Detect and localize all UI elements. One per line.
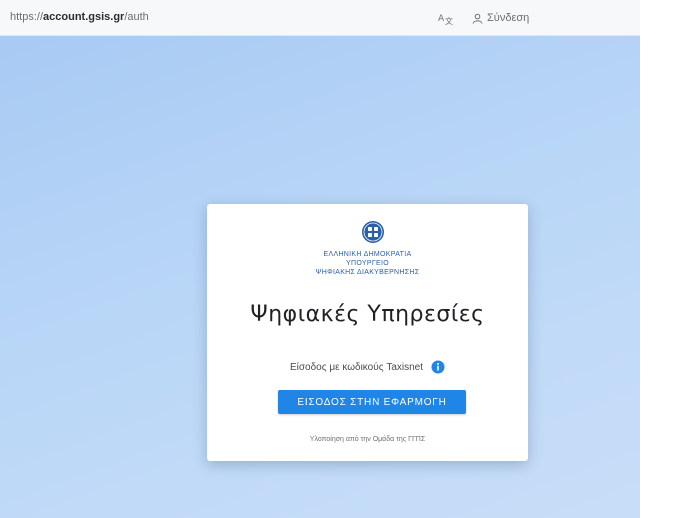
footer-credit: Υλοποίηση από την Ομάδα της ΓΓΠΣ (309, 436, 426, 443)
url-rest: /auth (124, 11, 149, 23)
info-icon[interactable] (431, 360, 445, 374)
right-blank-pane (640, 0, 689, 518)
header-login-link[interactable]: Σύνδεση (472, 10, 529, 26)
ministry-line: ΕΛΛΗΝΙΚΗ ΔΗΜΟΚΡΑΤΙΑ (323, 251, 412, 258)
svg-text:文: 文 (445, 16, 453, 26)
sso-row: Είσοδος με κωδικούς Taxisnet (207, 360, 528, 374)
header-login-label: Σύνδεση (487, 12, 530, 24)
translate-icon[interactable]: A 文 (437, 10, 453, 26)
url-domain: account.gsis.gr (43, 11, 125, 23)
sso-text: Είσοδος με κωδικούς Taxisnet (289, 361, 423, 373)
url-prefix: https:// (10, 11, 44, 23)
ministry-label: ΕΛΛΗΝΙΚΗ ΔΗΜΟΚΡΑΤΙΑ ΥΠΟΥΡΓΕΙΟ ΨΗΦΙΑΚΗΣ Δ… (207, 250, 528, 277)
page-title: Ψηφιακές Υπηρεσίες (250, 302, 485, 327)
url-text[interactable]: https://account.gsis.gr/auth (10, 11, 149, 23)
user-icon (472, 13, 483, 24)
login-card: ΕΛΛΗΝΙΚΗ ΔΗΜΟΚΡΑΤΙΑ ΥΠΟΥΡΓΕΙΟ ΨΗΦΙΑΚΗΣ Δ… (207, 204, 528, 461)
browser-address-bar: https://account.gsis.gr/auth A 文 Σύνδεση (0, 0, 689, 36)
login-button[interactable]: ΕΙΣΟΔΟΣ ΣΤΗΝ ΕΦΑΡΜΟΓΗ (278, 390, 466, 414)
ministry-line: ΨΗΦΙΑΚΗΣ ΔΙΑΚΥΒΕΡΝΗΣΗΣ (315, 269, 420, 276)
emblem-icon (362, 221, 384, 243)
ministry-line: ΥΠΟΥΡΓΕΙΟ (346, 260, 389, 267)
svg-text:A: A (438, 14, 445, 24)
